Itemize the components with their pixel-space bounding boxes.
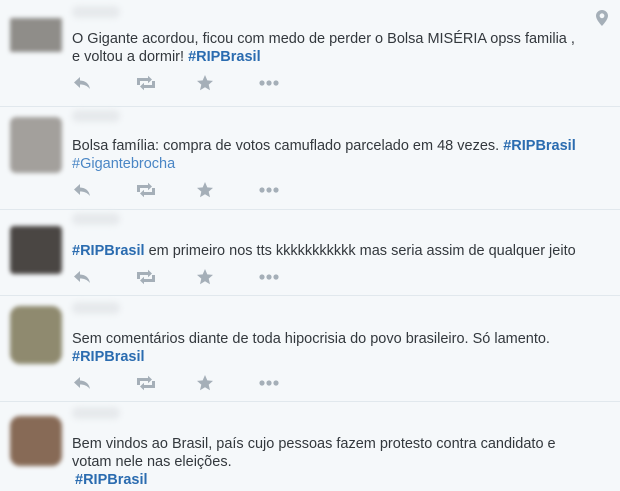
retweet-button[interactable] xyxy=(134,182,196,198)
hashtag-link[interactable]: #RIPBrasil xyxy=(75,472,148,488)
retweet-icon xyxy=(134,269,158,285)
reply-icon xyxy=(72,375,92,391)
username-blurred[interactable] xyxy=(72,110,120,122)
hashtag-link[interactable]: #RIPBrasil xyxy=(72,349,145,365)
tweet-text-line: O Gigante acordou, ficou com medo de per… xyxy=(72,31,575,47)
more-dots-icon xyxy=(258,186,280,194)
location-pin-icon[interactable] xyxy=(596,10,608,26)
reply-button[interactable] xyxy=(72,182,134,198)
username-blurred[interactable] xyxy=(72,302,120,314)
star-icon xyxy=(196,374,214,392)
retweet-button[interactable] xyxy=(134,75,196,91)
star-icon xyxy=(196,181,214,199)
tweet-text-line: Sem comentários diante de toda hipocrisi… xyxy=(72,331,550,347)
reply-icon xyxy=(72,75,92,91)
tweet-text-fragment: Bolsa família: compra de votos camuflado… xyxy=(72,138,504,154)
retweet-button[interactable] xyxy=(134,269,196,285)
avatar[interactable] xyxy=(10,226,62,274)
avatar[interactable] xyxy=(10,306,62,364)
retweet-icon xyxy=(134,75,158,91)
tweet-text-line: Bem vindos ao Brasil, país cujo pessoas … xyxy=(72,436,556,452)
favorite-button[interactable] xyxy=(196,268,258,286)
tweet-text-line: #Gigantebrocha xyxy=(72,155,602,173)
username-blurred[interactable] xyxy=(72,6,120,18)
more-dots-icon xyxy=(258,379,280,387)
tweet-text-line: e voltou a dormir! #RIPBrasil xyxy=(72,48,602,66)
tweet-text-line: Bolsa família: compra de votos camuflado… xyxy=(72,137,602,155)
star-icon xyxy=(196,268,214,286)
more-dots-icon xyxy=(258,79,280,87)
tweet-text: Bolsa família: compra de votos camuflado… xyxy=(72,137,602,173)
reply-button[interactable] xyxy=(72,375,134,391)
username-blurred[interactable] xyxy=(72,213,120,225)
username-blurred[interactable] xyxy=(72,407,120,419)
tweet-actions xyxy=(72,180,320,200)
hashtag-link[interactable]: #RIPBrasil xyxy=(503,138,576,154)
retweet-icon xyxy=(134,375,158,391)
tweet-text-line: votam nele nas eleições. xyxy=(72,454,232,470)
tweet-text: O Gigante acordou, ficou com medo de per… xyxy=(72,30,602,66)
hashtag-link[interactable]: #Gigantebrocha xyxy=(72,156,175,172)
retweet-button[interactable] xyxy=(134,375,196,391)
favorite-button[interactable] xyxy=(196,374,258,392)
avatar[interactable] xyxy=(10,18,62,52)
tweet[interactable]: O Gigante acordou, ficou com medo de per… xyxy=(0,0,620,107)
tweet-text: Sem comentários diante de toda hipocrisi… xyxy=(72,330,602,366)
tweet[interactable]: Bolsa família: compra de votos camuflado… xyxy=(0,107,620,210)
more-button[interactable] xyxy=(258,186,320,194)
hashtag-link[interactable]: #RIPBrasil xyxy=(72,243,145,259)
hashtag-link[interactable]: #RIPBrasil xyxy=(188,49,261,65)
favorite-button[interactable] xyxy=(196,181,258,199)
retweet-icon xyxy=(134,182,158,198)
reply-icon xyxy=(72,269,92,285)
tweet-text-line: #RIPBrasil xyxy=(72,348,602,366)
more-button[interactable] xyxy=(258,79,320,87)
tweet[interactable]: #RIPBrasil em primeiro nos tts kkkkkkkkk… xyxy=(0,210,620,296)
more-dots-icon xyxy=(258,273,280,281)
avatar[interactable] xyxy=(10,416,62,466)
tweet-actions xyxy=(72,73,320,93)
tweet-text-fragment: em primeiro nos tts kkkkkkkkkkk mas seri… xyxy=(144,243,576,259)
tweet-text: #RIPBrasil em primeiro nos tts kkkkkkkkk… xyxy=(72,242,602,260)
more-button[interactable] xyxy=(258,273,320,281)
reply-icon xyxy=(72,182,92,198)
tweet[interactable]: Sem comentários diante de toda hipocrisi… xyxy=(0,296,620,402)
tweet-feed: O Gigante acordou, ficou com medo de per… xyxy=(0,0,620,491)
tweet-text-line: #RIPBrasil em primeiro nos tts kkkkkkkkk… xyxy=(72,242,602,260)
avatar[interactable] xyxy=(10,117,62,173)
tweet-actions xyxy=(72,373,320,393)
tweet-text-fragment: e voltou a dormir! xyxy=(72,49,189,65)
tweet-text: Bem vindos ao Brasil, país cujo pessoas … xyxy=(72,435,602,489)
reply-button[interactable] xyxy=(72,75,134,91)
star-icon xyxy=(196,74,214,92)
tweet-text-line: #RIPBrasil xyxy=(72,471,602,489)
favorite-button[interactable] xyxy=(196,74,258,92)
more-button[interactable] xyxy=(258,379,320,387)
tweet[interactable]: Bem vindos ao Brasil, país cujo pessoas … xyxy=(0,402,620,491)
tweet-actions xyxy=(72,267,320,287)
reply-button[interactable] xyxy=(72,269,134,285)
